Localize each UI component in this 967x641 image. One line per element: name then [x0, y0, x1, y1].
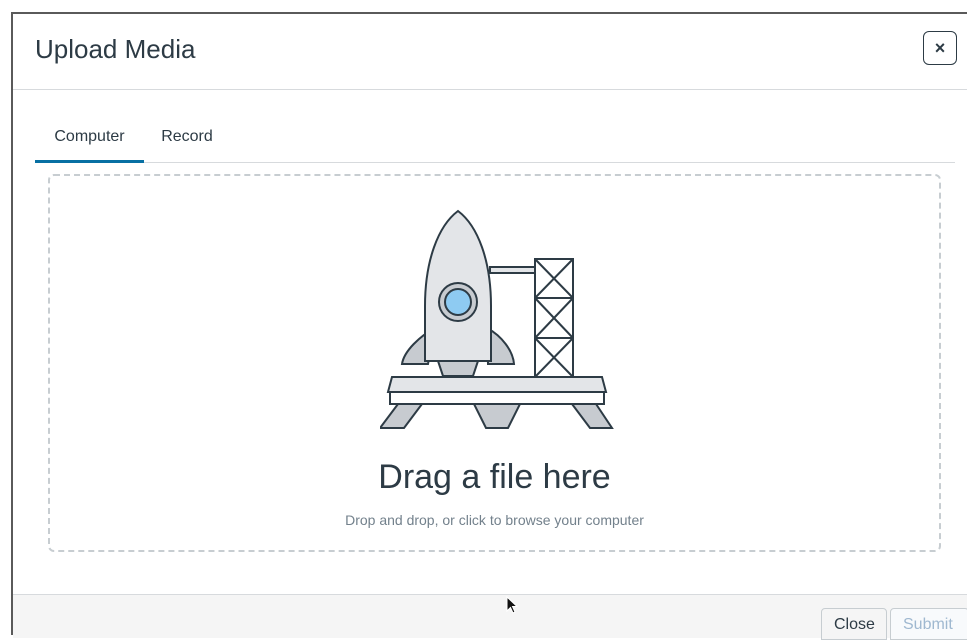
mouse-pointer-icon — [506, 596, 519, 614]
page-backdrop — [0, 0, 967, 12]
file-dropzone[interactable]: Drag a file here Drop and drop, or click… — [48, 174, 941, 552]
dialog-footer: Close Submit — [13, 594, 967, 640]
dropzone-title: Drag a file here — [378, 458, 611, 496]
dropzone-subtitle: Drop and drop, or click to browse your c… — [345, 512, 644, 528]
dialog-header: Upload Media × — [13, 14, 967, 90]
upload-media-dialog: Upload Media × Computer Record Drag a fi… — [11, 12, 967, 640]
close-button[interactable]: Close — [821, 608, 887, 640]
dialog-title: Upload Media — [35, 34, 196, 64]
rocket-launchpad-icon — [380, 209, 614, 429]
close-icon-button[interactable]: × — [923, 31, 957, 65]
submit-button[interactable]: Submit — [890, 608, 967, 640]
media-source-tabs: Computer Record — [35, 124, 955, 163]
tab-record[interactable]: Record — [152, 124, 222, 160]
tab-computer[interactable]: Computer — [35, 124, 144, 163]
